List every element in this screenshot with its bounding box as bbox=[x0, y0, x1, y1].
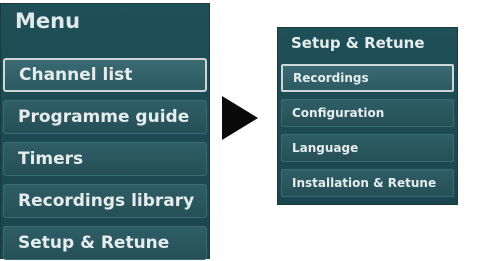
main-menu-panel: Menu Channel list Programme guide Timers… bbox=[0, 3, 210, 260]
main-menu-title: Menu bbox=[15, 9, 81, 33]
right-triangle-icon bbox=[222, 96, 258, 140]
setup-retune-submenu-panel: Setup & Retune Recordings Configuration … bbox=[277, 27, 458, 205]
submenu-title: Setup & Retune bbox=[291, 34, 425, 52]
submenu-item-configuration[interactable]: Configuration bbox=[281, 99, 454, 127]
menu-item-channel-list[interactable]: Channel list bbox=[3, 58, 207, 92]
menu-item-setup-retune[interactable]: Setup & Retune bbox=[3, 226, 207, 260]
screen: Menu Channel list Programme guide Timers… bbox=[0, 0, 483, 261]
submenu-item-recordings[interactable]: Recordings bbox=[281, 64, 454, 92]
menu-item-recordings-library[interactable]: Recordings library bbox=[3, 184, 207, 218]
submenu-item-installation-retune[interactable]: Installation & Retune bbox=[281, 169, 454, 197]
menu-item-programme-guide[interactable]: Programme guide bbox=[3, 100, 207, 134]
submenu-item-language[interactable]: Language bbox=[281, 134, 454, 162]
menu-item-timers[interactable]: Timers bbox=[3, 142, 207, 176]
